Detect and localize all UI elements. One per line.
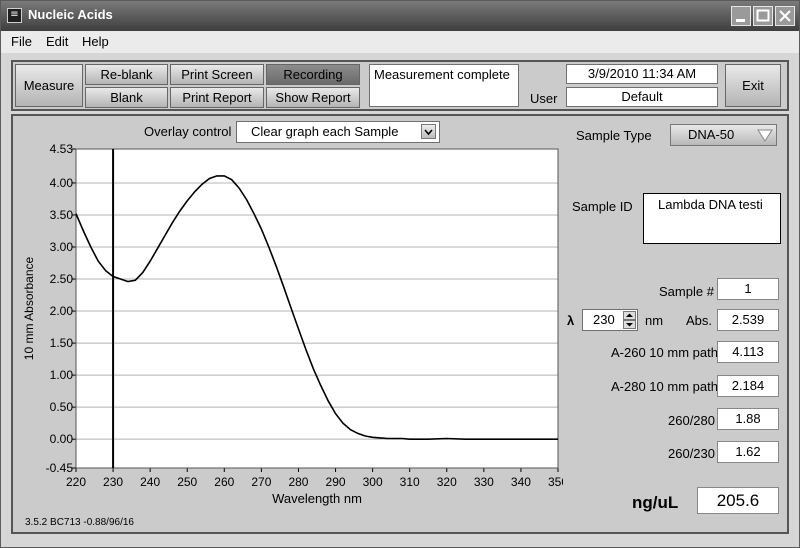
app-window: ≡ Nucleic Acids File Edit Help Measure R… <box>0 0 800 548</box>
sample-type-value: DNA-50 <box>688 127 735 142</box>
abs-label: Abs. <box>686 313 713 328</box>
abs-value: 2.539 <box>717 309 779 331</box>
y-tick-label: 2.50 <box>50 272 74 286</box>
y-tick-label: 0.00 <box>50 432 74 446</box>
version-info: 3.5.2 BC713 -0.88/96/16 <box>25 517 134 528</box>
y-tick-label: 1.00 <box>50 368 74 382</box>
ratio-260-280-value: 1.88 <box>717 408 779 430</box>
dropdown-arrow-icon <box>757 129 773 142</box>
lambda-unit: nm <box>645 313 664 328</box>
y-tick-label: 4.53 <box>50 142 74 156</box>
app-icon[interactable]: ≡ <box>7 8 22 23</box>
window-title: Nucleic Acids <box>28 7 113 22</box>
concentration-value: 205.6 <box>697 487 779 514</box>
x-tick-label: 340 <box>511 475 531 489</box>
x-tick-label: 230 <box>103 475 123 489</box>
a280-value: 2.184 <box>717 375 779 397</box>
x-tick-label: 310 <box>400 475 420 489</box>
measure-button[interactable]: Measure <box>15 64 83 107</box>
recording-button[interactable]: Recording <box>266 64 360 85</box>
plot-area <box>76 149 558 468</box>
spin-arrows-icon[interactable] <box>623 311 636 329</box>
x-tick-label: 320 <box>437 475 457 489</box>
minimize-button[interactable] <box>731 6 751 26</box>
menu-file[interactable]: File <box>11 34 32 49</box>
show-report-button[interactable]: Show Report <box>266 87 360 108</box>
y-axis-label: 10 mm Absorbance <box>22 256 36 360</box>
lambda-value: 230 <box>593 312 615 327</box>
close-button[interactable] <box>775 6 795 26</box>
x-tick-label: 250 <box>177 475 197 489</box>
sample-id-field[interactable]: Lambda DNA testi <box>643 193 781 244</box>
x-tick-label: 350 <box>548 475 563 489</box>
chevron-down-icon <box>424 129 433 136</box>
user-label: User <box>530 91 558 106</box>
title-bar: ≡ Nucleic Acids <box>1 1 799 31</box>
x-axis-label: Wavelength nm <box>272 491 362 506</box>
status-message: Measurement complete <box>369 64 519 107</box>
blank-button[interactable]: Blank <box>85 87 168 108</box>
ratio-260-230-label: 260/230 <box>668 446 715 461</box>
absorbance-chart: 4.53 4.00 3.50 3.00 2.50 2.00 1.50 1.00 0.50 0.00… <box>22 142 563 506</box>
y-tick-label: 2.00 <box>50 304 74 318</box>
ratio-260-280-label: 260/280 <box>668 413 715 428</box>
dropdown-button[interactable] <box>421 124 436 139</box>
print-report-button[interactable]: Print Report <box>170 87 264 108</box>
lambda-label: λ <box>567 313 575 328</box>
user-field[interactable]: Default <box>566 87 718 107</box>
y-tick-label: 3.00 <box>50 240 74 254</box>
overlay-control-value: Clear graph each Sample <box>251 124 399 139</box>
y-tick-label: 4.00 <box>50 176 74 190</box>
x-tick-label: 240 <box>140 475 160 489</box>
toolbar: Measure Re-blank Blank Print Screen Prin… <box>11 60 789 111</box>
reblank-button[interactable]: Re-blank <box>85 64 168 85</box>
y-tick-label: 1.50 <box>50 336 74 350</box>
lambda-stepper[interactable]: 230 <box>582 309 638 331</box>
ratio-260-230-value: 1.62 <box>717 441 779 463</box>
menu-bar: File Edit Help <box>1 31 799 53</box>
menu-help[interactable]: Help <box>82 34 109 49</box>
maximize-button[interactable] <box>753 6 773 26</box>
sample-number-field[interactable]: 1 <box>717 278 779 300</box>
a260-label: A-260 10 mm path <box>611 345 718 360</box>
x-tick-label: 300 <box>363 475 383 489</box>
x-tick-label: 220 <box>66 475 86 489</box>
y-tick-label: 0.50 <box>50 400 74 414</box>
minimize-icon <box>736 19 745 22</box>
overlay-control-label: Overlay control <box>144 124 232 139</box>
sample-type-label: Sample Type <box>576 128 652 143</box>
x-tick-label: 260 <box>214 475 234 489</box>
close-icon <box>779 10 791 22</box>
y-tick-label: 3.50 <box>50 208 74 222</box>
x-tick-label: 270 <box>251 475 271 489</box>
a260-value: 4.113 <box>717 341 779 363</box>
x-tick-label: 290 <box>326 475 346 489</box>
overlay-control-select[interactable]: Clear graph each Sample <box>236 121 440 143</box>
exit-button[interactable]: Exit <box>725 64 781 107</box>
y-tick-label: -0.45 <box>46 461 74 475</box>
sample-id-label: Sample ID <box>572 199 633 214</box>
maximize-icon <box>756 9 770 22</box>
a280-label: A-280 10 mm path <box>611 379 718 394</box>
x-tick-label: 280 <box>288 475 308 489</box>
print-screen-button[interactable]: Print Screen <box>170 64 264 85</box>
menu-edit[interactable]: Edit <box>46 34 68 49</box>
concentration-label: ng/uL <box>632 493 679 512</box>
x-tick-label: 330 <box>474 475 494 489</box>
datetime-display: 3/9/2010 11:34 AM <box>566 64 718 84</box>
sample-type-select[interactable]: DNA-50 <box>670 124 777 146</box>
sample-number-label: Sample # <box>659 284 714 299</box>
